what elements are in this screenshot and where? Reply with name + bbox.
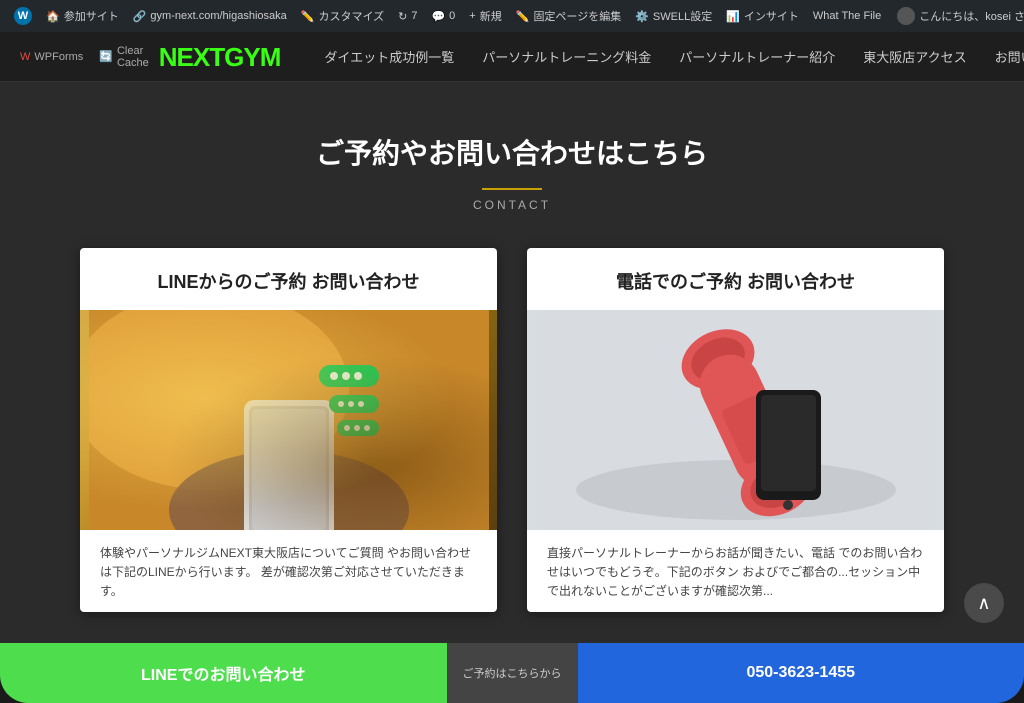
home-icon: 🏠	[46, 10, 60, 23]
phone-image-svg	[536, 310, 936, 530]
admin-bar-greeting: こんにちは、kosei さん	[891, 0, 1024, 32]
admin-bar-right: What The File こんにちは、kosei さん 🔍	[807, 0, 1024, 32]
phone-contact-card: 電話でのご予約 お問い合わせ	[527, 248, 944, 612]
nav-access[interactable]: 東大阪店アクセス	[849, 32, 980, 82]
comments-icon: 💬	[431, 10, 445, 23]
phone-card-text: 直接パーソナルトレーナーからお話が聞きたい、電話 でのお問い合わせはいつでもどう…	[527, 530, 944, 612]
sticky-bottom-bar: LINEでのお問い合わせ ご予約はこちらから 050-3623-1455	[0, 643, 1024, 703]
clear-cache-link[interactable]: 🔄 Clear Cache	[99, 45, 149, 69]
edit-icon: ✏️	[516, 10, 530, 23]
swell-icon: ⚙️	[635, 10, 649, 23]
page-title: ご予約やお問い合わせはこちら	[80, 132, 944, 172]
logo-text: NEXTGYM	[159, 44, 281, 70]
reservation-center-label: ご予約はこちらから	[447, 643, 578, 703]
section-divider	[482, 188, 542, 190]
admin-bar-insights[interactable]: 📊 インサイト	[720, 0, 805, 32]
insights-icon: 📊	[726, 10, 740, 23]
clear-cache-icon: 🔄	[99, 50, 113, 63]
wp-admin-bar: W 🏠 参加サイト 🔗 gym-next.com/higashiosaka ✏️…	[0, 0, 1024, 32]
admin-bar-comments[interactable]: 💬 0	[425, 0, 461, 32]
section-subtitle: CONTACT	[473, 198, 551, 212]
admin-bar-site-url[interactable]: 🔗 gym-next.com/higashiosaka	[127, 0, 293, 32]
wpforms-icon: W	[20, 51, 30, 63]
scroll-top-button[interactable]: ∧	[964, 583, 1004, 623]
new-icon: +	[469, 10, 475, 22]
line-card-image	[80, 310, 497, 530]
link-icon: 🔗	[133, 10, 147, 23]
admin-bar-updates[interactable]: ↻ 7	[392, 0, 423, 32]
section-subtitle-wrap: CONTACT	[80, 180, 944, 212]
admin-bar-swell[interactable]: ⚙️ SWELL設定	[629, 0, 718, 32]
page-content: ご予約やお問い合わせはこちら CONTACT LINEからのご予約 お問い合わせ	[0, 82, 1024, 675]
nav-trainers[interactable]: パーソナルトレーナー紹介	[665, 32, 849, 82]
site-logo[interactable]: NEXTGYM	[159, 44, 281, 70]
what-the-file-button[interactable]: What The File	[807, 0, 887, 32]
user-avatar	[897, 7, 915, 25]
line-contact-card: LINEからのご予約 お問い合わせ	[80, 248, 497, 612]
phone-card-title: 電話でのご予約 お問い合わせ	[527, 248, 944, 310]
scroll-top-icon: ∧	[977, 593, 990, 614]
updates-icon: ↻	[398, 10, 407, 23]
nav-contact[interactable]: お問い合わせ	[981, 32, 1024, 82]
line-contact-button[interactable]: LINEでのお問い合わせ	[0, 643, 447, 703]
site-header: W WPForms 🔄 Clear Cache NEXTGYM ダイエット成功例…	[0, 32, 1024, 82]
cards-row: LINEからのご予約 お問い合わせ	[80, 248, 944, 612]
admin-bar-customize[interactable]: ✏️ カスタマイズ	[295, 0, 390, 32]
line-image-svg	[89, 310, 489, 530]
line-card-text: 体験やパーソナルジムNEXT東大阪店についてご質問 やお問い合わせは下記のLIN…	[80, 530, 497, 612]
what-the-file-label: What The File	[813, 10, 881, 22]
admin-bar-new[interactable]: + 新規	[463, 0, 507, 32]
wp-logo-button[interactable]: W	[8, 0, 38, 32]
customize-icon: ✏️	[301, 10, 315, 23]
phone-contact-button[interactable]: 050-3623-1455	[578, 643, 1024, 703]
admin-bar-site-link[interactable]: 🏠 参加サイト	[40, 0, 125, 32]
admin-bar-edit-page[interactable]: ✏️ 固定ページを編集	[510, 0, 627, 32]
phone-card-image	[527, 310, 944, 530]
wordpress-icon: W	[14, 7, 32, 25]
line-card-title: LINEからのご予約 お問い合わせ	[80, 248, 497, 310]
nav-diet[interactable]: ダイエット成功例一覧	[310, 32, 468, 82]
wpforms-link[interactable]: W WPForms	[20, 45, 83, 69]
nav-pricing[interactable]: パーソナルトレーニング料金	[468, 32, 665, 82]
main-nav: ダイエット成功例一覧 パーソナルトレーニング料金 パーソナルトレーナー紹介 東大…	[310, 32, 1024, 82]
